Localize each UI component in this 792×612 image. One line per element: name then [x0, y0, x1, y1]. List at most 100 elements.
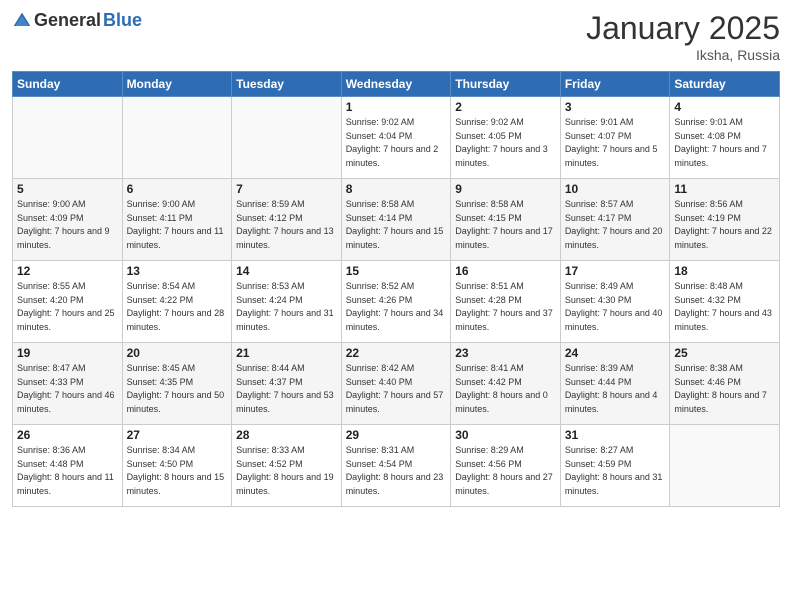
- day-info: Sunrise: 8:56 AMSunset: 4:19 PMDaylight:…: [674, 198, 775, 252]
- day-number: 5: [17, 182, 118, 196]
- day-number: 13: [127, 264, 228, 278]
- day-info: Sunrise: 8:57 AMSunset: 4:17 PMDaylight:…: [565, 198, 666, 252]
- day-info: Sunrise: 8:49 AMSunset: 4:30 PMDaylight:…: [565, 280, 666, 334]
- day-info: Sunrise: 9:01 AMSunset: 4:08 PMDaylight:…: [674, 116, 775, 170]
- day-number: 3: [565, 100, 666, 114]
- day-info: Sunrise: 8:34 AMSunset: 4:50 PMDaylight:…: [127, 444, 228, 498]
- page-header: General Blue January 2025 Iksha, Russia: [12, 10, 780, 63]
- calendar-cell-w1-d7: 4 Sunrise: 9:01 AMSunset: 4:08 PMDayligh…: [670, 97, 780, 179]
- week-row-3: 12 Sunrise: 8:55 AMSunset: 4:20 PMDaylig…: [13, 261, 780, 343]
- calendar-cell-w2-d5: 9 Sunrise: 8:58 AMSunset: 4:15 PMDayligh…: [451, 179, 561, 261]
- day-info: Sunrise: 9:00 AMSunset: 4:11 PMDaylight:…: [127, 198, 228, 252]
- calendar-cell-w3-d5: 16 Sunrise: 8:51 AMSunset: 4:28 PMDaylig…: [451, 261, 561, 343]
- calendar-cell-w1-d1: [13, 97, 123, 179]
- calendar-cell-w1-d3: [232, 97, 342, 179]
- calendar-cell-w5-d4: 29 Sunrise: 8:31 AMSunset: 4:54 PMDaylig…: [341, 425, 451, 507]
- calendar-cell-w5-d5: 30 Sunrise: 8:29 AMSunset: 4:56 PMDaylig…: [451, 425, 561, 507]
- logo-general: General: [34, 10, 101, 31]
- header-wednesday: Wednesday: [341, 72, 451, 97]
- day-number: 21: [236, 346, 337, 360]
- day-number: 17: [565, 264, 666, 278]
- calendar-cell-w3-d2: 13 Sunrise: 8:54 AMSunset: 4:22 PMDaylig…: [122, 261, 232, 343]
- day-number: 22: [346, 346, 447, 360]
- calendar-cell-w3-d1: 12 Sunrise: 8:55 AMSunset: 4:20 PMDaylig…: [13, 261, 123, 343]
- day-number: 28: [236, 428, 337, 442]
- day-info: Sunrise: 8:52 AMSunset: 4:26 PMDaylight:…: [346, 280, 447, 334]
- day-info: Sunrise: 8:42 AMSunset: 4:40 PMDaylight:…: [346, 362, 447, 416]
- day-number: 16: [455, 264, 556, 278]
- calendar-cell-w5-d6: 31 Sunrise: 8:27 AMSunset: 4:59 PMDaylig…: [560, 425, 670, 507]
- calendar-cell-w4-d4: 22 Sunrise: 8:42 AMSunset: 4:40 PMDaylig…: [341, 343, 451, 425]
- calendar-cell-w4-d5: 23 Sunrise: 8:41 AMSunset: 4:42 PMDaylig…: [451, 343, 561, 425]
- day-number: 4: [674, 100, 775, 114]
- week-row-1: 1 Sunrise: 9:02 AMSunset: 4:04 PMDayligh…: [13, 97, 780, 179]
- day-number: 1: [346, 100, 447, 114]
- week-row-4: 19 Sunrise: 8:47 AMSunset: 4:33 PMDaylig…: [13, 343, 780, 425]
- calendar-cell-w2-d3: 7 Sunrise: 8:59 AMSunset: 4:12 PMDayligh…: [232, 179, 342, 261]
- day-info: Sunrise: 8:29 AMSunset: 4:56 PMDaylight:…: [455, 444, 556, 498]
- calendar-cell-w2-d6: 10 Sunrise: 8:57 AMSunset: 4:17 PMDaylig…: [560, 179, 670, 261]
- day-info: Sunrise: 8:58 AMSunset: 4:14 PMDaylight:…: [346, 198, 447, 252]
- title-section: January 2025 Iksha, Russia: [586, 10, 780, 63]
- calendar-cell-w4-d1: 19 Sunrise: 8:47 AMSunset: 4:33 PMDaylig…: [13, 343, 123, 425]
- calendar-cell-w3-d4: 15 Sunrise: 8:52 AMSunset: 4:26 PMDaylig…: [341, 261, 451, 343]
- calendar-table: Sunday Monday Tuesday Wednesday Thursday…: [12, 71, 780, 507]
- day-number: 14: [236, 264, 337, 278]
- calendar-cell-w4-d3: 21 Sunrise: 8:44 AMSunset: 4:37 PMDaylig…: [232, 343, 342, 425]
- calendar-cell-w4-d2: 20 Sunrise: 8:45 AMSunset: 4:35 PMDaylig…: [122, 343, 232, 425]
- calendar-cell-w1-d2: [122, 97, 232, 179]
- calendar-cell-w1-d4: 1 Sunrise: 9:02 AMSunset: 4:04 PMDayligh…: [341, 97, 451, 179]
- day-number: 18: [674, 264, 775, 278]
- day-number: 24: [565, 346, 666, 360]
- week-row-2: 5 Sunrise: 9:00 AMSunset: 4:09 PMDayligh…: [13, 179, 780, 261]
- day-number: 9: [455, 182, 556, 196]
- day-number: 6: [127, 182, 228, 196]
- day-number: 30: [455, 428, 556, 442]
- day-info: Sunrise: 8:45 AMSunset: 4:35 PMDaylight:…: [127, 362, 228, 416]
- calendar-cell-w5-d7: [670, 425, 780, 507]
- week-row-5: 26 Sunrise: 8:36 AMSunset: 4:48 PMDaylig…: [13, 425, 780, 507]
- calendar-cell-w2-d1: 5 Sunrise: 9:00 AMSunset: 4:09 PMDayligh…: [13, 179, 123, 261]
- month-title: January 2025: [586, 10, 780, 47]
- day-number: 8: [346, 182, 447, 196]
- day-info: Sunrise: 8:33 AMSunset: 4:52 PMDaylight:…: [236, 444, 337, 498]
- calendar-cell-w4-d7: 25 Sunrise: 8:38 AMSunset: 4:46 PMDaylig…: [670, 343, 780, 425]
- day-info: Sunrise: 8:47 AMSunset: 4:33 PMDaylight:…: [17, 362, 118, 416]
- header-thursday: Thursday: [451, 72, 561, 97]
- calendar-cell-w5-d3: 28 Sunrise: 8:33 AMSunset: 4:52 PMDaylig…: [232, 425, 342, 507]
- day-info: Sunrise: 8:55 AMSunset: 4:20 PMDaylight:…: [17, 280, 118, 334]
- day-number: 15: [346, 264, 447, 278]
- day-number: 23: [455, 346, 556, 360]
- header-friday: Friday: [560, 72, 670, 97]
- calendar-cell-w2-d2: 6 Sunrise: 9:00 AMSunset: 4:11 PMDayligh…: [122, 179, 232, 261]
- calendar-cell-w3-d6: 17 Sunrise: 8:49 AMSunset: 4:30 PMDaylig…: [560, 261, 670, 343]
- calendar-container: General Blue January 2025 Iksha, Russia …: [0, 0, 792, 612]
- calendar-cell-w2-d4: 8 Sunrise: 8:58 AMSunset: 4:14 PMDayligh…: [341, 179, 451, 261]
- day-info: Sunrise: 8:53 AMSunset: 4:24 PMDaylight:…: [236, 280, 337, 334]
- header-tuesday: Tuesday: [232, 72, 342, 97]
- header-monday: Monday: [122, 72, 232, 97]
- day-number: 25: [674, 346, 775, 360]
- day-number: 12: [17, 264, 118, 278]
- day-number: 19: [17, 346, 118, 360]
- calendar-cell-w1-d6: 3 Sunrise: 9:01 AMSunset: 4:07 PMDayligh…: [560, 97, 670, 179]
- day-info: Sunrise: 8:59 AMSunset: 4:12 PMDaylight:…: [236, 198, 337, 252]
- calendar-cell-w1-d5: 2 Sunrise: 9:02 AMSunset: 4:05 PMDayligh…: [451, 97, 561, 179]
- day-number: 26: [17, 428, 118, 442]
- day-number: 7: [236, 182, 337, 196]
- day-info: Sunrise: 8:39 AMSunset: 4:44 PMDaylight:…: [565, 362, 666, 416]
- day-info: Sunrise: 8:51 AMSunset: 4:28 PMDaylight:…: [455, 280, 556, 334]
- day-number: 10: [565, 182, 666, 196]
- day-number: 20: [127, 346, 228, 360]
- header-saturday: Saturday: [670, 72, 780, 97]
- day-info: Sunrise: 9:00 AMSunset: 4:09 PMDaylight:…: [17, 198, 118, 252]
- day-info: Sunrise: 8:31 AMSunset: 4:54 PMDaylight:…: [346, 444, 447, 498]
- day-info: Sunrise: 8:41 AMSunset: 4:42 PMDaylight:…: [455, 362, 556, 416]
- location: Iksha, Russia: [586, 47, 780, 63]
- day-number: 2: [455, 100, 556, 114]
- day-number: 27: [127, 428, 228, 442]
- day-number: 31: [565, 428, 666, 442]
- header-sunday: Sunday: [13, 72, 123, 97]
- day-info: Sunrise: 8:58 AMSunset: 4:15 PMDaylight:…: [455, 198, 556, 252]
- logo: General Blue: [12, 10, 142, 31]
